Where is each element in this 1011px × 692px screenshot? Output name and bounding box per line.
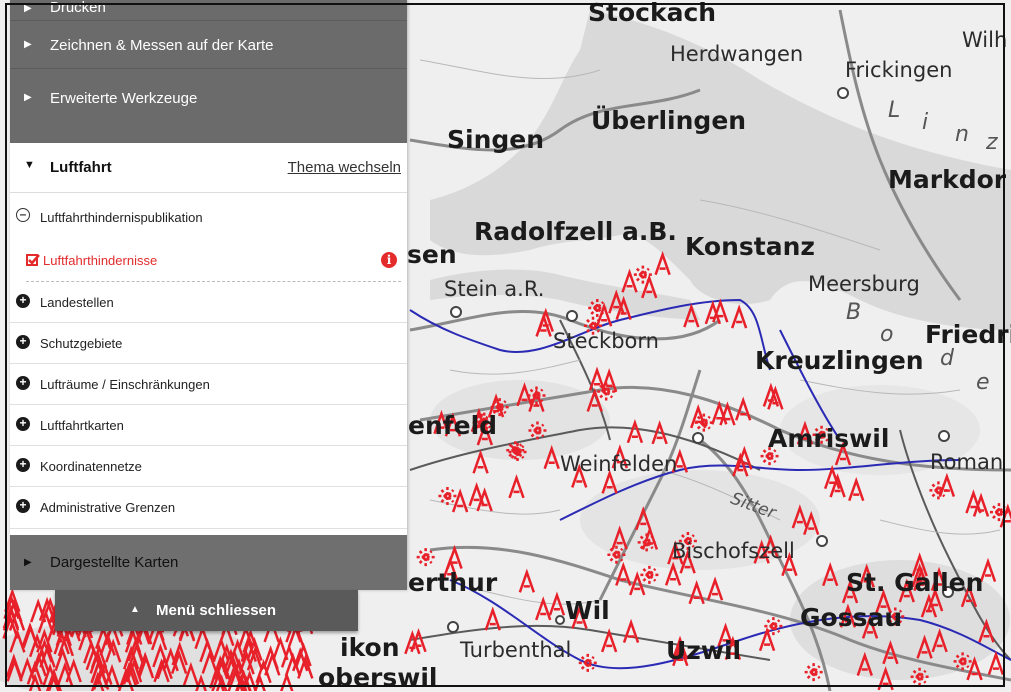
section-header-luftfahrt[interactable]: ▼ Luftfahrt Thema wechseln — [10, 142, 407, 193]
caret-down-icon: ▼ — [24, 159, 35, 171]
menu-row-label: Erweiterte Werkzeuge — [50, 90, 198, 107]
info-icon[interactable]: i — [381, 252, 397, 268]
layer-group-landestellen[interactable]: + Landestellen — [10, 282, 407, 323]
map-label: St. Gallen — [846, 568, 984, 597]
map-label: d — [940, 346, 954, 371]
map-label: o — [880, 322, 894, 347]
map-label: Singen — [447, 125, 545, 154]
map-label: n — [955, 122, 969, 147]
map-label: Gossau — [800, 603, 903, 632]
checkbox-checked-icon[interactable] — [26, 253, 40, 267]
map-label: Bischofszell — [672, 539, 795, 563]
expand-icon[interactable]: + — [16, 417, 30, 431]
caret-right-icon: ▶ — [24, 39, 32, 50]
menu-row-label: Zeichnen & Messen auf der Karte — [50, 37, 274, 54]
expand-icon[interactable]: + — [16, 376, 30, 390]
layer-item-label: Luftfahrthindernisse — [43, 253, 158, 268]
map-label: i — [922, 110, 929, 135]
map-label: z — [986, 130, 998, 155]
map-label: Stockach — [588, 0, 717, 27]
layer-group-label: Administrative Grenzen — [40, 500, 176, 515]
map-label: Kreuzlingen — [755, 346, 924, 375]
map-label: e — [976, 370, 990, 395]
map-label: L — [888, 98, 901, 123]
map-label: Frickingen — [845, 58, 953, 82]
map-label: Turbenthal — [460, 638, 572, 662]
side-menu-panel: ▶ Drucken ▶ Zeichnen & Messen auf der Ka… — [10, 0, 407, 590]
layer-group-label: Koordinatennetze — [40, 459, 142, 474]
menu-row-advanced-tools[interactable]: ▶ Erweiterte Werkzeuge — [10, 68, 407, 143]
menu-row-label: Drucken — [50, 0, 106, 16]
layer-group-publication[interactable]: – Luftfahrthindernispublikation — [10, 196, 407, 240]
map-label: sen — [407, 240, 457, 269]
layer-group-label: Landestellen — [40, 295, 114, 310]
expand-icon[interactable]: + — [16, 499, 30, 513]
expand-icon[interactable]: + — [16, 335, 30, 349]
section-title: Luftfahrt — [50, 159, 112, 176]
layer-group-koordinatennetze[interactable]: + Koordinatennetze — [10, 446, 407, 487]
expand-icon[interactable]: + — [16, 458, 30, 472]
map-label: Konstanz — [685, 232, 815, 261]
layer-group-administrative[interactable]: + Administrative Grenzen — [10, 487, 407, 529]
map-label: Roman — [930, 450, 1004, 474]
caret-right-icon: ▶ — [24, 557, 32, 568]
menu-row-displayed-maps[interactable]: ▶ Dargestellte Karten — [10, 535, 407, 590]
close-menu-label: Menü schliessen — [156, 602, 277, 619]
close-menu-button[interactable]: ▲ Menü schliessen — [55, 590, 358, 631]
switch-theme-link[interactable]: Thema wechseln — [288, 159, 401, 176]
menu-row-label: Dargestellte Karten — [50, 554, 179, 571]
caret-right-icon: ▶ — [24, 92, 32, 103]
layer-group-luftraeume[interactable]: + Lufträume / Einschränkungen — [10, 364, 407, 405]
layer-group-label: Luftfahrthindernispublikation — [40, 210, 203, 225]
layer-group-schutzgebiete[interactable]: + Schutzgebiete — [10, 323, 407, 364]
layer-group-luftfahrtkarten[interactable]: + Luftfahrtkarten — [10, 405, 407, 446]
caret-up-icon: ▲ — [130, 604, 140, 615]
map-label: Meersburg — [808, 272, 920, 296]
layer-group-label: Schutzgebiete — [40, 336, 123, 351]
map-label: Wil — [565, 596, 610, 625]
collapse-icon[interactable]: – — [16, 208, 30, 222]
map-label: Amriswil — [768, 424, 890, 453]
map-label: Steckborn — [553, 329, 659, 353]
layer-group-label: Lufträume / Einschränkungen — [40, 377, 210, 392]
map-label: ikon — [340, 633, 400, 662]
caret-right-icon: ▶ — [24, 3, 32, 14]
map-label: Herdwangen — [670, 42, 804, 66]
map-label: enfeld — [408, 411, 498, 440]
layer-item-selected[interactable]: Luftfahrthindernisse i — [10, 240, 407, 282]
map-label: erthur — [408, 568, 498, 597]
map-label: Friedric — [925, 320, 1011, 349]
expand-icon[interactable]: + — [16, 294, 30, 308]
layer-group-label: Luftfahrtkarten — [40, 418, 124, 433]
map-label: Weinfelden — [560, 452, 678, 476]
map-label: Überlingen — [591, 106, 747, 135]
map-label: Radolfzell a.B. — [474, 217, 677, 246]
map-label: Wilh — [962, 28, 1008, 52]
menu-row-draw-measure[interactable]: ▶ Zeichnen & Messen auf der Karte — [10, 20, 407, 69]
map-label: Stein a.R. — [444, 277, 545, 301]
map-label: Markdor — [888, 165, 1007, 194]
map-label: oberswil — [318, 663, 438, 692]
map-label: B — [846, 300, 862, 325]
map-label: Uzwil — [666, 636, 742, 665]
menu-row-print[interactable]: ▶ Drucken — [10, 0, 407, 20]
